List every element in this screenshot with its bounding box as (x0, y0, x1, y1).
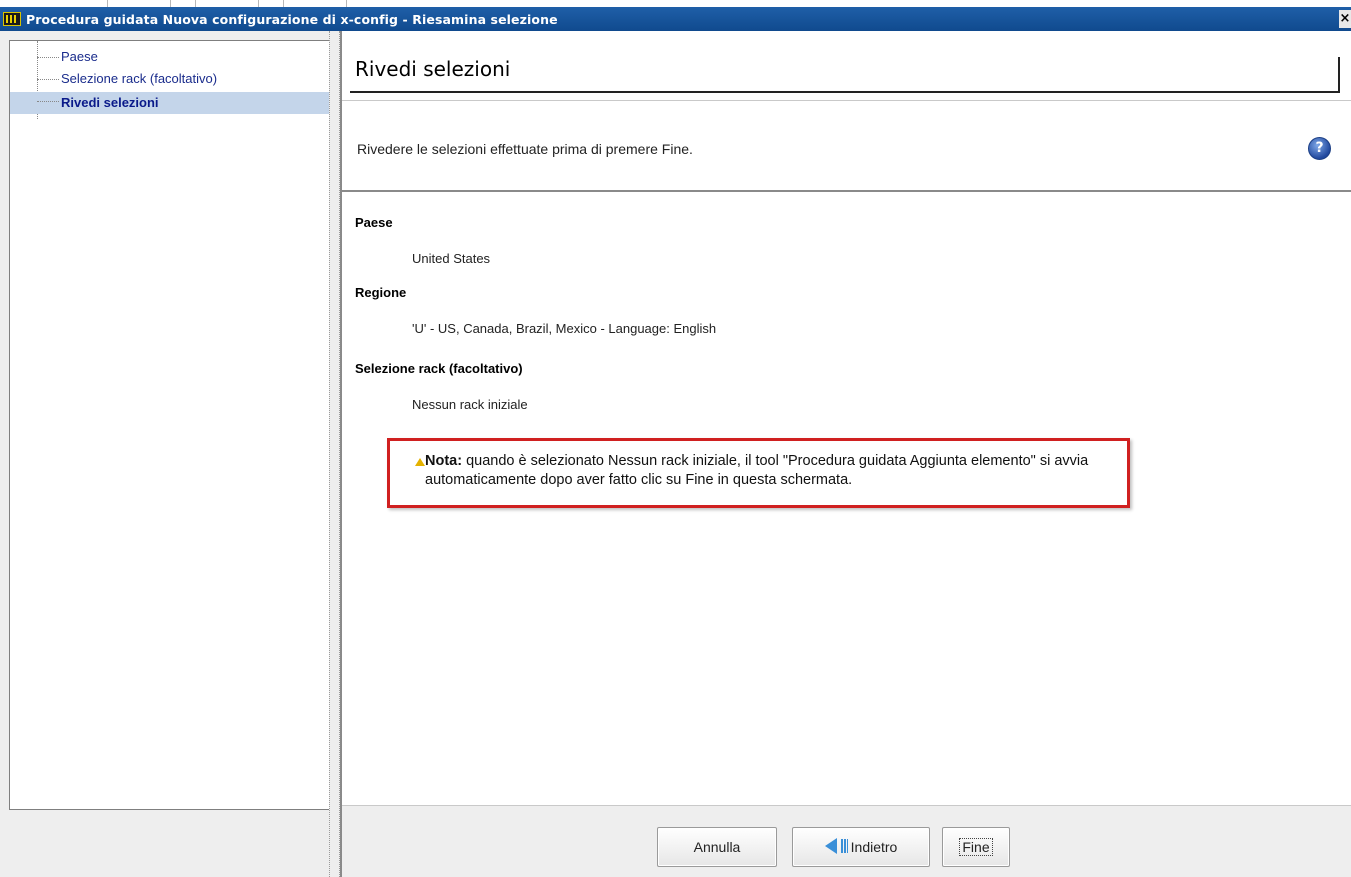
selection-summary: Paese United States Regione 'U' - US, Ca… (342, 194, 1351, 805)
cancel-button[interactable]: Annulla (657, 827, 777, 867)
back-arrow-icon (824, 838, 837, 855)
note-box: Nota: quando è selezionato Nessun rack i… (387, 438, 1130, 508)
note-prefix: Nota: (425, 453, 463, 469)
title-border-right (1338, 57, 1340, 93)
button-bar: Annulla Indietro Fine (342, 805, 1351, 877)
step-selezione-rack[interactable]: Selezione rack (facoltativo) (37, 70, 217, 88)
window-titlebar[interactable]: Procedura guidata Nuova configurazione d… (0, 7, 1351, 31)
steps-panel: Paese Selezione rack (facoltativo) Rived… (9, 40, 340, 810)
wizard-window: Paese Selezione rack (facoltativo) Rived… (0, 31, 1351, 877)
page-header: Rivedi selezioni (342, 31, 1351, 100)
panel-splitter[interactable] (329, 31, 340, 877)
close-icon[interactable]: × (1339, 10, 1351, 28)
left-bottom-area (9, 810, 329, 877)
back-label: Indietro (850, 839, 898, 855)
description-area: Rivedere le selezioni effettuate prima d… (342, 100, 1351, 192)
region-label: Regione (355, 285, 407, 300)
window-title: Procedura guidata Nuova configurazione d… (26, 11, 558, 27)
country-label: Paese (355, 215, 393, 230)
rack-value: Nessun rack iniziale (412, 397, 528, 412)
back-bars-icon (840, 839, 848, 854)
back-button[interactable]: Indietro (792, 827, 930, 867)
country-value: United States (412, 251, 491, 266)
app-icon (3, 12, 21, 26)
top-clipped-region (0, 0, 1351, 7)
finish-label: Fine (959, 838, 993, 856)
page-title: Rivedi selezioni (355, 57, 511, 81)
help-question-icon[interactable]: ? (1308, 137, 1331, 160)
step-rivedi-selezioni[interactable]: Rivedi selezioni (10, 92, 339, 114)
title-underline (350, 91, 1340, 93)
step-paese[interactable]: Paese (37, 48, 98, 66)
page-description: Rivedere le selezioni effettuate prima d… (357, 141, 693, 157)
finish-button[interactable]: Fine (942, 827, 1010, 867)
note-body: quando è selezionato Nessun rack inizial… (425, 453, 1089, 488)
rack-label: Selezione rack (facoltativo) (355, 361, 523, 376)
warning-triangle-icon (415, 458, 425, 466)
note-text: Nota: quando è selezionato Nessun rack i… (425, 452, 1125, 490)
content-panel: Rivedi selezioni Rivedere le selezioni e… (340, 31, 1351, 877)
region-value: 'U' - US, Canada, Brazil, Mexico - Langu… (412, 321, 717, 336)
cancel-label: Annulla (693, 839, 741, 855)
